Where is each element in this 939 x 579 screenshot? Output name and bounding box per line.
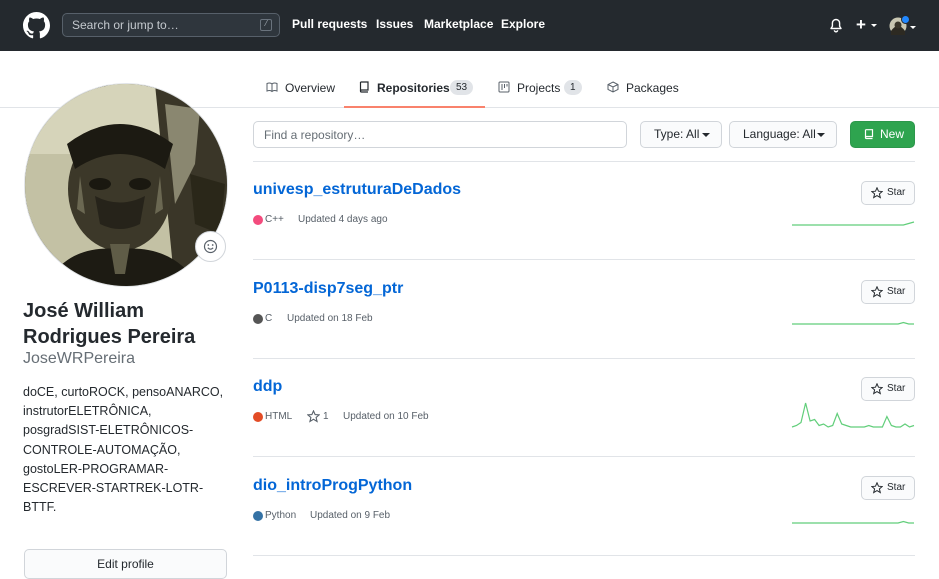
repo-icon [864,129,874,140]
list-divider [253,259,915,260]
repo-icon [359,81,369,93]
star-label: Star [887,383,906,394]
set-status-button[interactable] [195,231,226,262]
chevron-down-icon [871,24,877,27]
activity-sparkline [792,321,914,325]
profile-bio: doCE, curtoROCK, pensoANARCO, instrutorE… [23,385,224,515]
tab-label: Projects [517,81,561,95]
language-color-dot [253,215,263,225]
new-repository-button[interactable]: New [850,121,915,148]
new-button-label: New [880,127,905,141]
active-tab-indicator [344,106,485,108]
global-search[interactable]: / [62,13,280,37]
language-color-dot [253,314,263,324]
repo-meta: C Updated on 18 Feb [253,312,453,326]
slash-shortcut-hint: / [260,19,272,31]
chevron-down-icon [910,26,916,29]
repo-meta: HTML 1 Updated on 10 Feb [253,410,453,424]
repo-meta: Python Updated on 9 Feb [253,509,453,523]
repo-star-count[interactable]: 1 [323,410,329,424]
nav-pull-requests[interactable]: Pull requests [292,17,367,31]
repo-name-link[interactable]: P0113-disp7seg_ptr [253,280,403,298]
book-icon [266,82,278,93]
repo-language: HTML [265,411,293,422]
tab-label: Repositories [377,81,450,95]
plus-icon: + [856,15,866,34]
search-input[interactable] [63,14,253,36]
project-icon [498,81,510,93]
type-filter-label: Type: All [654,127,700,141]
activity-sparkline [792,520,914,524]
star-label: Star [887,187,906,198]
user-menu[interactable] [889,15,917,37]
repo-name-link[interactable]: ddp [253,378,282,396]
language-filter-label: Language: All [743,127,816,141]
profile-full-name: José William Rodrigues Pereira [23,300,196,348]
star-icon [871,482,883,494]
tab-label: Packages [626,81,679,95]
bell-icon[interactable] [829,18,843,33]
repo-meta: C++ Updated 4 days ago [253,213,453,227]
github-logo-icon[interactable] [23,12,50,39]
edit-profile-button[interactable]: Edit profile [24,549,227,579]
repo-name-link[interactable]: univesp_estruturaDeDados [253,181,461,199]
star-icon [307,410,320,423]
list-divider [253,555,915,556]
sparkline-path [791,402,915,428]
repo-language: C [265,313,273,324]
sparkline-path [792,221,915,226]
global-header: / Pull requests Issues Marketplace Explo… [0,0,939,51]
nav-explore[interactable]: Explore [501,17,545,31]
repo-updated: Updated on 9 Feb [310,510,391,521]
caret-down-icon [702,133,710,137]
create-new-dropdown[interactable]: + [856,14,880,36]
activity-sparkline [792,221,915,226]
star-icon [871,383,883,395]
notification-dot-icon [901,15,910,24]
activity-sparkline [791,402,915,428]
find-repository-input[interactable] [253,121,627,148]
package-icon [607,81,619,93]
smiley-icon [203,239,218,254]
list-divider [253,358,915,359]
nav-issues[interactable]: Issues [376,17,413,31]
caret-down-icon [817,133,825,137]
repo-language: Python [265,510,297,521]
profile-username: JoseWRPereira [23,350,136,367]
tab-label: Overview [285,81,336,95]
language-color-dot [253,511,263,521]
project-count-badge: 1 [564,80,582,95]
repo-updated: Updated on 18 Feb [287,313,373,324]
repo-name-link[interactable]: dio_introProgPython [253,477,412,495]
repo-updated: Updated 4 days ago [298,214,388,225]
star-label: Star [887,482,906,493]
star-label: Star [887,286,906,297]
sparkline-path [792,321,914,325]
list-divider [253,161,915,162]
repo-language: C++ [265,214,284,225]
star-button[interactable]: Star [861,377,915,401]
nav-marketplace[interactable]: Marketplace [424,17,493,31]
repo-updated: Updated on 10 Feb [343,411,429,422]
repo-count-badge: 53 [450,80,474,95]
language-color-dot [253,412,263,422]
list-divider [253,456,915,457]
sparkline-path [792,520,914,524]
language-filter-dropdown[interactable]: Language: All [729,121,837,148]
type-filter-dropdown[interactable]: Type: All [640,121,722,148]
